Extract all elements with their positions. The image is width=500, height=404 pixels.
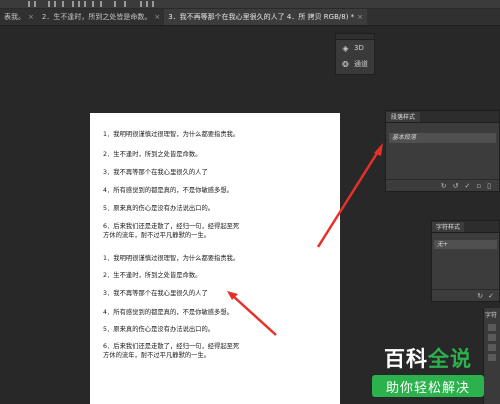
distribute-icon[interactable]	[146, 1, 148, 7]
panel-control[interactable]	[488, 324, 496, 331]
channels-icon: ❂	[342, 59, 349, 69]
refresh-icon[interactable]: ↻	[441, 182, 447, 190]
text-line: 3．我不再等那个在我心里很久的人了	[103, 290, 208, 297]
distribute-icon[interactable]	[72, 1, 74, 7]
text-line: 4．所有感觉到的都是真的，不是你敏感多想。	[103, 187, 233, 194]
watermark-subtitle: 助你轻松解决	[372, 375, 484, 397]
tab-paragraph-styles[interactable]: 段落样式	[386, 112, 421, 122]
check-icon[interactable]: ✓	[465, 182, 471, 190]
tab-label: 3．我不再等那个在我心里很久的人了 4．所 拷贝 RGB/8) *	[168, 12, 355, 21]
text-line: 3．我不再等那个在我心里很久的人了	[103, 169, 208, 176]
distribute-icon[interactable]	[92, 1, 94, 7]
paragraph-styles-panel: 段落样式 基本段落 ↻ ↺ ✓ ▫ ▯	[385, 110, 500, 192]
distribute-icon[interactable]	[100, 1, 102, 7]
align-icon[interactable]	[48, 1, 50, 7]
align-icon[interactable]	[34, 1, 36, 7]
distribute-icon[interactable]	[78, 1, 80, 7]
panel-item-label: 3D	[354, 44, 364, 52]
distribute-icon[interactable]	[140, 1, 142, 7]
panel-control[interactable]	[488, 334, 496, 341]
tab-character-styles[interactable]: 字符样式	[432, 222, 465, 232]
text-line: 5．原来真的伤心是没有办法说出口的。	[103, 326, 215, 333]
panel-item-label: 通道	[354, 60, 368, 68]
panel-item-channels[interactable]: ❂ 通道	[336, 56, 374, 72]
watermark-logo: 百科 全说 助你轻松解决	[366, 342, 490, 400]
text-line: 1．我明明很谨慎过很理智，为什么都要指责我。	[103, 255, 240, 262]
document-tab[interactable]: 2．生不逢时，所到之处皆是命数。 ×	[38, 9, 164, 25]
document-canvas[interactable]: 1．我明明很谨慎过很理智，为什么都要指责我。 2．生不逢时，所到之处皆是命数。 …	[90, 113, 340, 404]
distribute-icon[interactable]	[124, 1, 126, 7]
document-tab-active[interactable]: 3．我不再等那个在我心里很久的人了 4．所 拷贝 RGB/8) * ×	[164, 9, 368, 25]
document-tab-bar: 表我。 × 2．生不逢时，所到之处皆是命数。 × 3．我不再等那个在我心里很久的…	[0, 9, 500, 26]
text-line: 5．原来真的伤心是没有办法说出口的。	[103, 205, 215, 212]
tab-label: 表我。	[4, 12, 25, 21]
trash-icon[interactable]: ▯	[487, 182, 491, 190]
document-tab[interactable]: 表我。 ×	[0, 9, 38, 25]
align-icon[interactable]	[62, 1, 64, 7]
character-styles-panel: 字符样式 无+ ↻ ✓	[431, 220, 500, 302]
close-icon[interactable]: ×	[357, 9, 363, 25]
align-icon[interactable]	[54, 1, 56, 7]
tab-label: 2．生不逢时，所到之处皆是命数。	[41, 12, 152, 21]
cube-icon: ◈	[342, 43, 349, 53]
panel-tab-strip: 段落样式	[386, 111, 499, 123]
distribute-icon[interactable]	[84, 1, 86, 7]
collapsed-panel-dock: ◈ 3D ❂ 通道	[335, 33, 375, 75]
align-icon[interactable]	[28, 1, 30, 7]
watermark-text-accent: 全说	[428, 347, 472, 371]
distribute-icon[interactable]	[152, 1, 154, 7]
panel-item-3d[interactable]: ◈ 3D	[336, 40, 374, 56]
distribute-icon[interactable]	[114, 1, 116, 7]
panel-footer: ↻ ↺ ✓ ▫ ▯	[386, 179, 499, 191]
panel-label[interactable]: 字符	[484, 308, 500, 321]
text-line: 方休的流年，耐不过平凡静默的一生。	[103, 232, 211, 239]
check-icon[interactable]: ✓	[488, 292, 494, 300]
watermark-text: 百科	[384, 347, 428, 371]
new-icon[interactable]: ▫	[476, 182, 481, 190]
redo-icon[interactable]: ↺	[453, 182, 459, 190]
close-icon[interactable]: ×	[28, 9, 34, 25]
text-line: 2．生不逢时，所到之处皆是命数。	[103, 151, 202, 158]
text-line: 2．生不逢时，所到之处皆是命数。	[103, 272, 202, 279]
refresh-icon[interactable]: ↻	[477, 292, 483, 300]
text-line: 方休的流年，耐不过平凡静默的一生。	[103, 352, 211, 359]
close-icon[interactable]: ×	[154, 9, 160, 25]
options-bar	[0, 0, 500, 9]
watermark-title: 百科 全说	[366, 342, 490, 374]
panel-tab-strip: 字符样式	[432, 221, 499, 233]
text-line: 4．所有感觉到的都是真的，不是你敏感多想。	[103, 309, 233, 316]
style-item-none[interactable]: 无+	[434, 240, 497, 249]
panel-footer: ↻ ✓	[432, 289, 499, 301]
text-line: 1．我明明很谨慎过很理智，为什么都要指责我。	[103, 131, 240, 138]
style-item-basic-paragraph[interactable]: 基本段落	[389, 133, 496, 143]
